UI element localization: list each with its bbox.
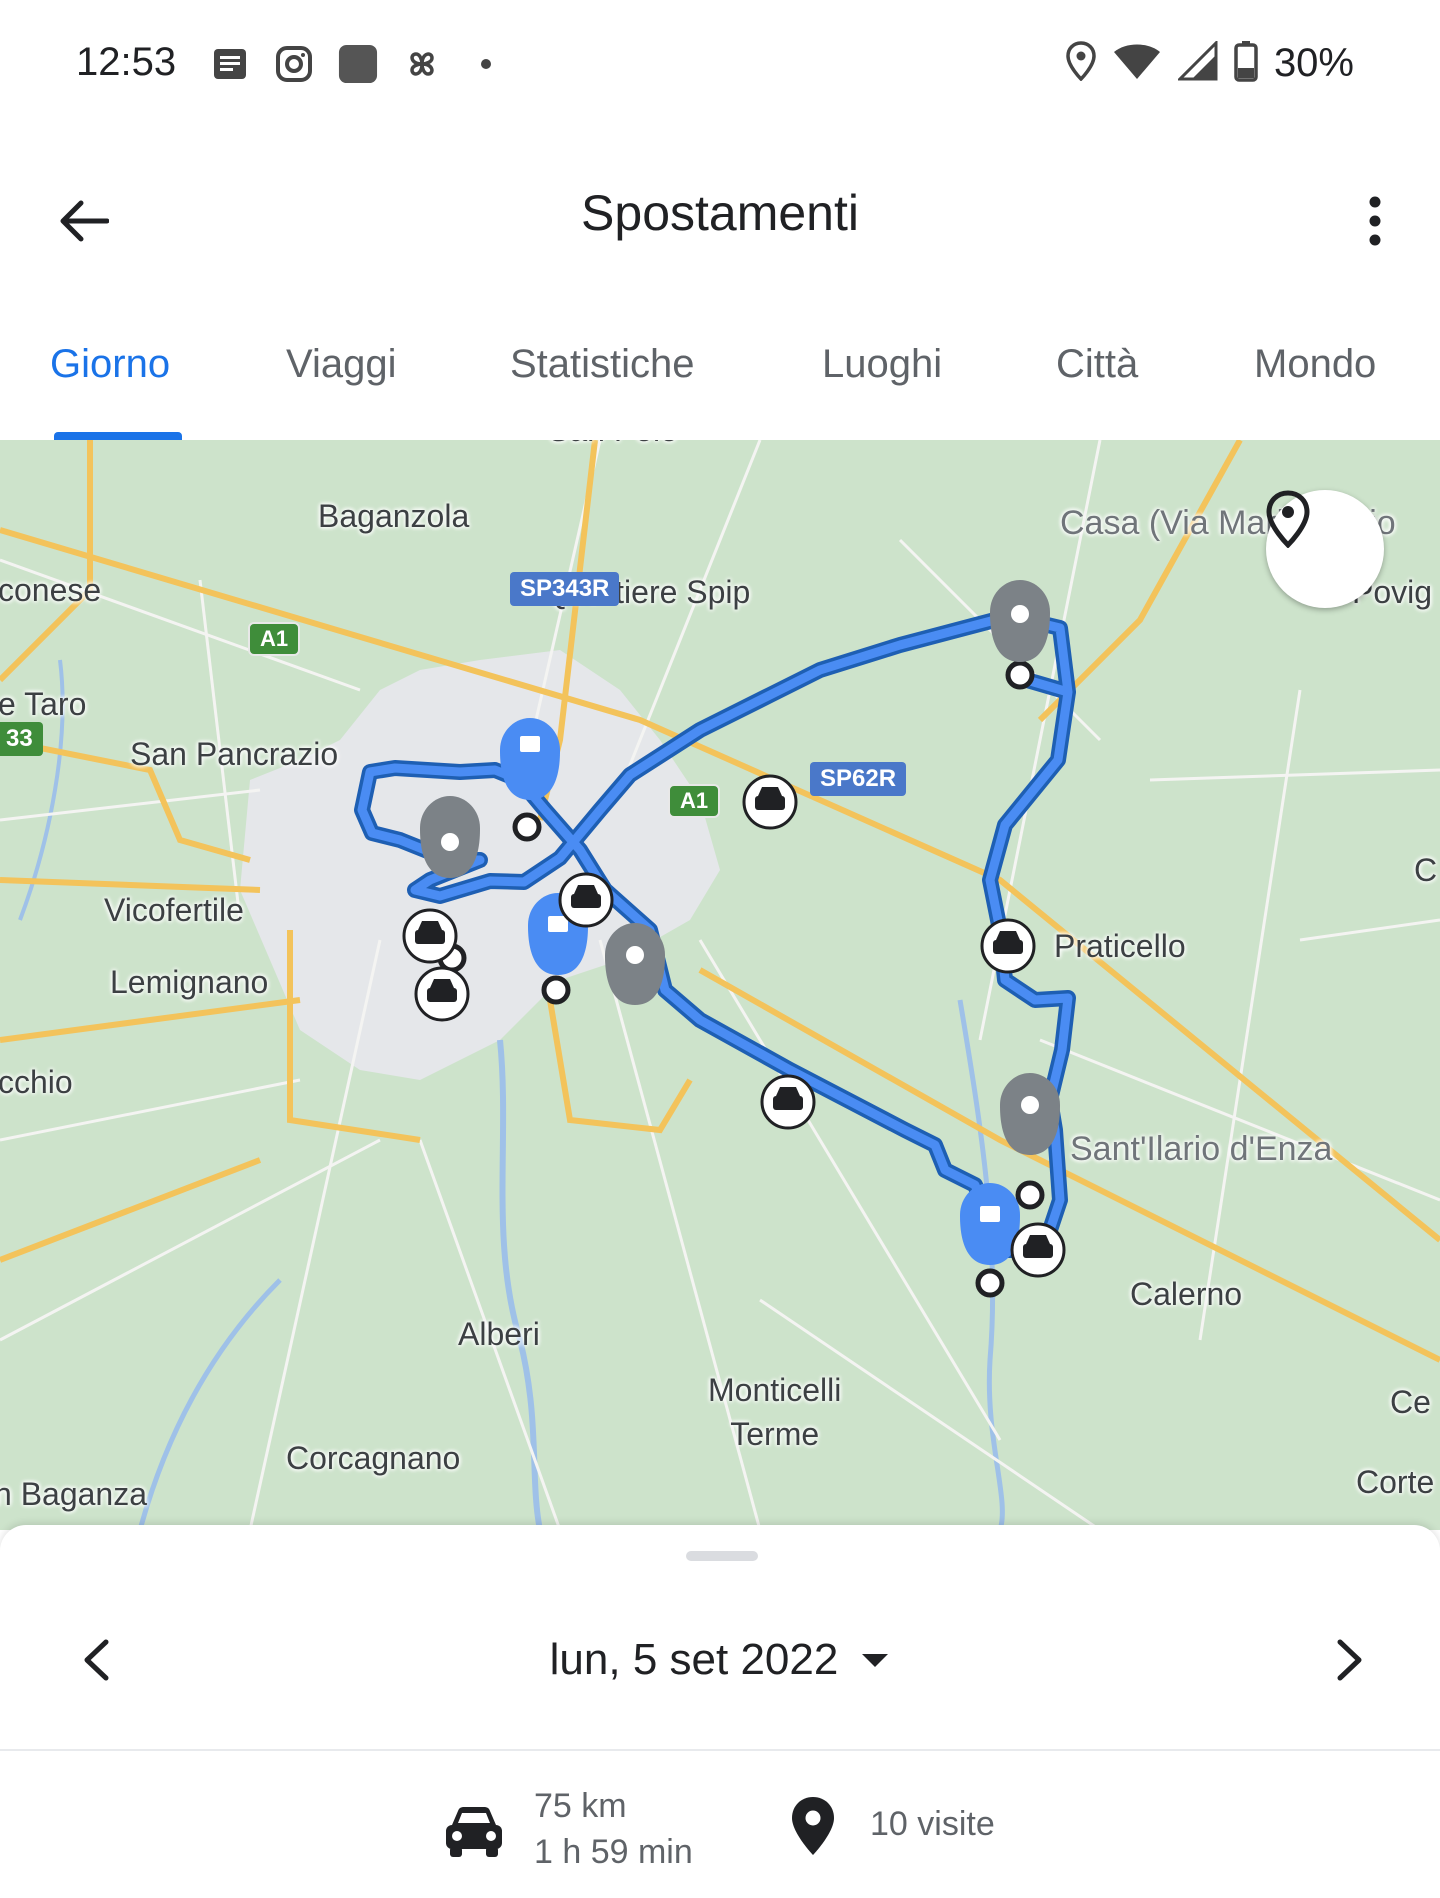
notes-icon [210, 44, 250, 84]
map-label-corcagnano: Corcagnano [286, 1440, 461, 1476]
map-label-c: C [1414, 852, 1438, 888]
map-label-baganza: n Baganza [0, 1476, 148, 1512]
map-label-monticelli: Monticelli Terme [708, 1372, 842, 1452]
next-day-button[interactable] [1320, 1625, 1380, 1695]
road-badge-33: 33 [0, 722, 43, 756]
map-label-praticello: Praticello [1054, 928, 1186, 964]
tab-citta[interactable]: Città [1056, 342, 1138, 387]
car-marker-icon [414, 966, 470, 1022]
my-location-button[interactable] [1266, 490, 1384, 608]
day-summary: 75 km 1 h 59 min 10 visite [0, 1775, 1440, 1895]
map-label-san-polo: San Polo [548, 440, 678, 449]
instagram-icon [274, 44, 314, 84]
car-marker-icon [558, 872, 614, 928]
map-label-san-pancrazio: San Pancrazio [130, 736, 339, 772]
tab-viaggi[interactable]: Viaggi [286, 342, 396, 387]
active-tab-indicator [54, 432, 182, 440]
road-badge-a1: A1 [248, 622, 301, 656]
signal-icon [1176, 39, 1218, 86]
wifi-icon [1112, 41, 1162, 86]
shopping-pin-icon [500, 718, 560, 800]
map-label-taro: e Taro [0, 686, 87, 722]
tab-bar: Giorno Viaggi Statistiche Luoghi Città M… [0, 310, 1440, 440]
road-badge-sp343r: SP343R [510, 572, 620, 606]
page-title: Spostamenti [581, 185, 859, 241]
map-label-alberi: Alberi [458, 1316, 540, 1352]
map-view[interactable]: San Polo Baganzola Quartiere Spip Casa (… [0, 440, 1440, 1530]
car-icon [446, 1807, 502, 1857]
date-navigator: lun, 5 set 2022 [0, 1595, 1440, 1725]
tab-statistiche[interactable]: Statistiche [510, 342, 695, 387]
location-icon [1066, 41, 1096, 86]
total-distance: 75 km [534, 1787, 627, 1825]
map-label-lemignano: Lemignano [110, 964, 269, 1000]
car-marker-icon [760, 1074, 816, 1130]
map-label-vicofertile: Vicofertile [104, 892, 244, 928]
caret-down-icon [862, 1654, 889, 1667]
road-badge-a1: A1 [668, 784, 721, 818]
status-system-icons: 30% [1066, 39, 1354, 87]
dot-icon [466, 44, 506, 84]
more-vert-icon [1369, 196, 1381, 246]
car-marker-icon [402, 908, 458, 964]
location-pin-icon [1266, 490, 1310, 548]
divider [0, 1749, 1440, 1751]
place-pin-icon [792, 1797, 834, 1855]
date-selector[interactable]: lun, 5 set 2022 [0, 1635, 1440, 1685]
battery-percent: 30% [1273, 41, 1354, 85]
app-bar: Spostamenti [0, 140, 1440, 290]
status-time: 12:53 [76, 40, 177, 84]
distance-duration: 75 km 1 h 59 min [534, 1783, 693, 1875]
map-label-ce: Ce [1390, 1384, 1431, 1420]
map-label-corte: Corte [1356, 1464, 1435, 1500]
pinwheel-icon [402, 44, 442, 84]
car-marker-icon [742, 774, 798, 830]
total-duration: 1 h 59 min [534, 1833, 693, 1871]
map-label-baganzola: Baganzola [318, 498, 470, 534]
battery-icon [1234, 40, 1258, 87]
visit-count: 10 visite [870, 1805, 995, 1843]
map-label-calerno: Calerno [1130, 1276, 1243, 1312]
tab-mondo[interactable]: Mondo [1254, 342, 1376, 387]
more-options-button[interactable] [1340, 186, 1410, 256]
map-label-cchio: cchio [0, 1064, 73, 1100]
road-badge-sp62r: SP62R [810, 762, 907, 796]
map-label-santilario: Sant'Ilario d'Enza [1070, 1130, 1333, 1168]
car-marker-icon [1010, 1222, 1066, 1278]
chevron-right-icon [1337, 1639, 1362, 1681]
status-notification-icons [210, 44, 506, 84]
tab-giorno[interactable]: Giorno [50, 342, 170, 387]
status-bar: 12:53 30% [0, 0, 1440, 130]
map-label-conese: conese [0, 572, 102, 608]
drag-handle[interactable] [686, 1551, 758, 1561]
selected-date: lun, 5 set 2022 [549, 1635, 839, 1684]
bottom-sheet[interactable]: lun, 5 set 2022 75 km 1 h 59 min 10 visi… [0, 1525, 1440, 1898]
app-square-icon [338, 44, 378, 84]
tab-luoghi[interactable]: Luoghi [822, 342, 942, 387]
car-marker-icon [980, 918, 1036, 974]
